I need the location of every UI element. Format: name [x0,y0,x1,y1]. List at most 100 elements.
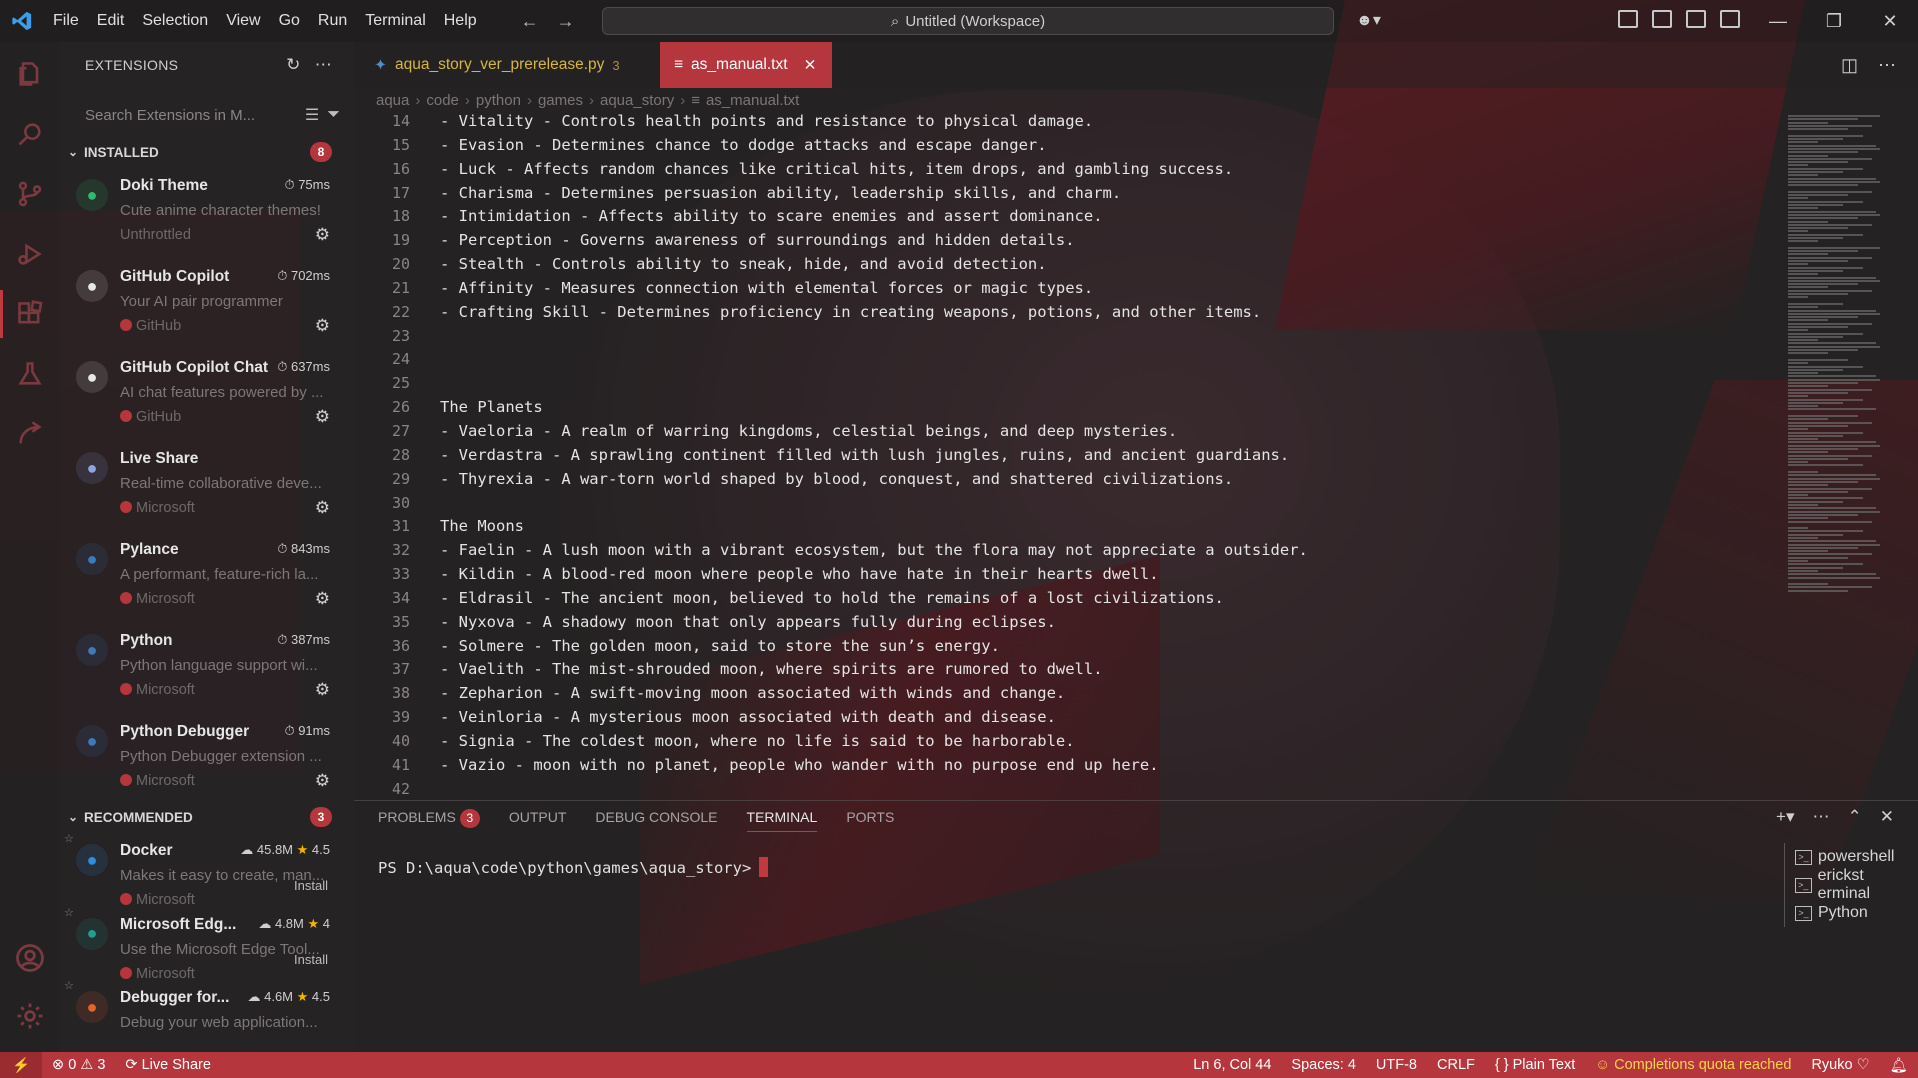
editor-line[interactable]: 35 - Nyxova - A shadowy moon that only ap… [354,611,1774,635]
back-arrow-icon[interactable]: ← [521,11,539,32]
source-control-icon[interactable] [14,178,46,210]
clear-filter-icon[interactable]: ☰ [305,105,319,125]
command-center[interactable]: ⌕ Untitled (Workspace) [602,7,1334,35]
install-button[interactable]: Install [294,878,328,893]
menu-view[interactable]: View [217,0,269,42]
editor-line[interactable]: 25 [354,372,1774,396]
manage-extension-gear-icon[interactable]: ⚙ [315,407,330,427]
terminal-output[interactable]: PS D:\aqua\code\python\games\aqua_story> [378,857,769,877]
breadcrumb-item[interactable]: python [476,92,521,109]
live-share-status[interactable]: ⟳ Live Share [115,1057,221,1073]
editor-line[interactable]: 27 - Vaeloria - A realm of warring kingdo… [354,420,1774,444]
theme-status[interactable]: Ryuko ♡ [1801,1057,1879,1073]
manage-extension-gear-icon[interactable]: ⚙ [315,589,330,609]
extension-item[interactable]: ● Doki Theme ⏱ 75ms Cute anime character… [60,165,354,256]
editor-line[interactable]: 22 - Crafting Skill - Determines proficie… [354,301,1774,325]
text-editor[interactable]: 14 - Vitality - Controls health points an… [354,110,1774,800]
extensions-search[interactable]: Search Extensions in M... ☰ ⏷ [85,100,340,130]
editor-line[interactable]: 33 - Kildin - A blood-red moon where peop… [354,563,1774,587]
minimize-icon[interactable]: — [1750,0,1806,42]
close-tab-icon[interactable]: ✕ [804,56,817,75]
menu-run[interactable]: Run [309,0,356,42]
maximize-panel-icon[interactable]: ⌃ [1848,807,1862,827]
editor-line[interactable]: 29 - Thyrexia - A war-torn world shaped b… [354,468,1774,492]
editor-line[interactable]: 17 - Charisma - Determines persuasion abi… [354,182,1774,206]
manage-extension-gear-icon[interactable]: ⚙ [315,498,330,518]
tab-problems[interactable]: PROBLEMS 3 [378,809,480,832]
problems-status[interactable]: ⊗ 0 ⚠ 3 [42,1057,115,1073]
editor-line[interactable]: 24 [354,348,1774,372]
editor-line[interactable]: 31 The Moons [354,515,1774,539]
breadcrumb-item[interactable]: aqua [376,92,409,109]
more-actions-icon[interactable]: ⋯ [315,55,332,75]
manage-extension-gear-icon[interactable]: ⚙ [315,225,330,245]
breadcrumb-item[interactable]: code [426,92,459,109]
manage-extension-gear-icon[interactable]: ⚙ [315,316,330,336]
more-actions-icon[interactable]: ⋯ [1813,807,1830,827]
tab-as-manual[interactable]: ≡ as_manual.txt ✕ [660,42,832,88]
editor-line[interactable]: 41 - Vazio - moon with no planet, people … [354,754,1774,778]
editor-line[interactable]: 15 - Evasion - Determines chance to dodge… [354,134,1774,158]
tab-output[interactable]: OUTPUT [509,809,567,832]
breadcrumb-item[interactable]: as_manual.txt [706,92,799,109]
refresh-icon[interactable]: ↻ [286,55,301,75]
terminal-item-python[interactable]: >_ Python [1785,899,1918,927]
menu-go[interactable]: Go [270,0,309,42]
menu-file[interactable]: File [44,0,88,42]
extensions-view-icon[interactable] [0,290,46,338]
editor-line[interactable]: 28 - Verdastra - A sprawling continent fi… [354,444,1774,468]
close-window-icon[interactable]: ✕ [1862,0,1918,42]
notifications-bell-icon[interactable]: 🔔︎ [1880,1057,1918,1074]
editor-line[interactable]: 16 - Luck - Affects random chances like c… [354,158,1774,182]
more-actions-icon[interactable]: ⋯ [1878,55,1896,76]
editor-line[interactable]: 20 - Stealth - Controls ability to sneak,… [354,253,1774,277]
editor-line[interactable]: 14 - Vitality - Controls health points an… [354,110,1774,134]
toggle-primary-sidebar-icon[interactable] [1652,10,1672,28]
editor-line[interactable]: 37 - Vaelith - The mist-shrouded moon, wh… [354,658,1774,682]
editor-line[interactable]: 34 - Eldrasil - The ancient moon, believe… [354,587,1774,611]
editor-line[interactable]: 30 [354,492,1774,516]
editor-line[interactable]: 42 [354,778,1774,802]
recommended-extension-item[interactable]: ☆ ● Debugger for... ☁ 4.6M ★ 4.5 Debug y… [60,977,354,1051]
toggle-panel-icon[interactable] [1686,10,1706,28]
tab-terminal[interactable]: TERMINAL [746,809,818,832]
search-view-icon[interactable] [14,118,46,150]
extension-item[interactable]: ● GitHub Copilot ⏱ 702ms Your AI pair pr… [60,256,354,347]
toggle-secondary-sidebar-icon[interactable] [1720,10,1740,28]
forward-arrow-icon[interactable]: → [557,11,575,32]
extension-item[interactable]: ● GitHub Copilot Chat ⏱ 637ms AI chat fe… [60,347,354,438]
search-input[interactable]: Search Extensions in M... [85,107,297,124]
editor-line[interactable]: 39 - Veinloria - A mysterious moon associ… [354,706,1774,730]
split-editor-icon[interactable]: ◫ [1841,55,1858,76]
encoding[interactable]: UTF-8 [1366,1057,1427,1073]
recommended-extension-item[interactable]: ☆ ● Microsoft Edg... ☁ 4.8M ★ 4 Use the … [60,904,354,982]
editor-line[interactable]: 21 - Affinity - Measures connection with … [354,277,1774,301]
customize-layout-icon[interactable] [1618,10,1638,28]
accounts-icon[interactable] [14,942,46,974]
cursor-position[interactable]: Ln 6, Col 44 [1183,1057,1281,1073]
editor-line[interactable]: 40 - Signia - The coldest moon, where no … [354,730,1774,754]
editor-line[interactable]: 38 - Zepharion - A swift-moving moon asso… [354,682,1774,706]
filter-icon[interactable]: ⏷ [327,106,340,124]
restore-icon[interactable]: ❐ [1806,0,1862,42]
new-terminal-icon[interactable]: +▾ [1776,807,1794,827]
extension-item[interactable]: ● Pylance ⏱ 843ms A performant, feature-… [60,529,354,620]
extension-item[interactable]: ● Python Debugger ⏱ 91ms Python Debugger… [60,711,354,802]
menu-help[interactable]: Help [435,0,486,42]
copilot-menu-icon[interactable]: ☻▾ [1356,10,1381,30]
recommended-section-header[interactable]: ⌄ RECOMMENDED 3 [60,804,354,830]
indentation[interactable]: Spaces: 4 [1281,1057,1366,1073]
recommended-extension-item[interactable]: ☆ ● Docker ☁ 45.8M ★ 4.5 Makes it easy t… [60,830,354,908]
editor-line[interactable]: 18 - Intimidation - Affects ability to sc… [354,205,1774,229]
editor-line[interactable]: 32 - Faelin - A lush moon with a vibrant … [354,539,1774,563]
menu-edit[interactable]: Edit [88,0,134,42]
end-of-line[interactable]: CRLF [1427,1057,1485,1073]
manage-extension-gear-icon[interactable]: ⚙ [315,771,330,791]
tab-aqua-story[interactable]: ✦ aqua_story_ver_prerelease.py 3 [354,42,660,88]
close-panel-icon[interactable]: ✕ [1880,807,1894,827]
run-debug-icon[interactable] [14,238,46,270]
extension-item[interactable]: ● Live Share Real-time collaborative dev… [60,438,354,529]
menu-selection[interactable]: Selection [133,0,217,42]
breadcrumb-item[interactable]: aqua_story [600,92,674,109]
menu-terminal[interactable]: Terminal [356,0,434,42]
